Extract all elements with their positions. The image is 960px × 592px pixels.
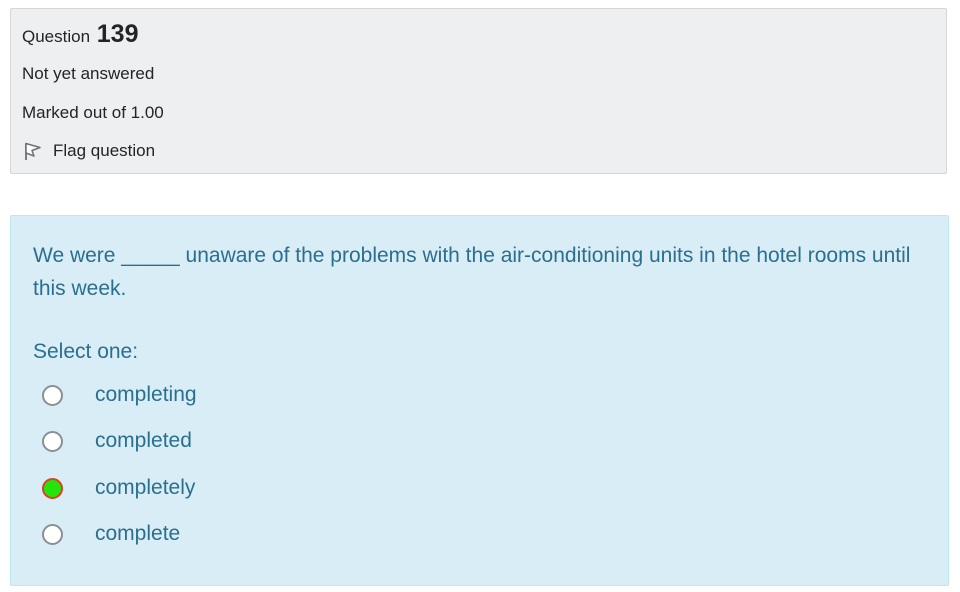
answer-option-completed[interactable]: completed xyxy=(11,424,411,458)
answer-option-complete[interactable]: complete xyxy=(11,517,411,551)
radio-button[interactable] xyxy=(42,384,63,406)
question-number-heading: Question 139 xyxy=(22,20,139,49)
answer-label[interactable]: completing xyxy=(95,383,197,407)
question-word: Question xyxy=(22,27,91,46)
radio-button[interactable] xyxy=(42,523,63,545)
question-info-panel: Question 139 Not yet answered Marked out… xyxy=(10,8,947,174)
question-content-panel: We were _____ unaware of the problems wi… xyxy=(10,215,949,586)
question-state: Not yet answered xyxy=(22,64,155,83)
answer-label[interactable]: completed xyxy=(95,429,192,453)
flag-question-label[interactable]: Flag question xyxy=(53,141,155,161)
question-number: 139 xyxy=(96,20,139,48)
radio-button[interactable] xyxy=(42,430,63,452)
answer-label[interactable]: completely xyxy=(95,476,195,500)
answer-option-completing[interactable]: completing xyxy=(11,378,411,412)
question-grade: Marked out of 1.00 xyxy=(22,103,164,122)
flag-question-button[interactable]: Flag question xyxy=(22,140,155,162)
radio-button-selected[interactable] xyxy=(42,477,63,499)
answer-label[interactable]: complete xyxy=(95,522,180,546)
question-text: We were _____ unaware of the problems wi… xyxy=(33,244,911,300)
flag-icon[interactable] xyxy=(22,140,44,162)
answer-option-completely[interactable]: completely xyxy=(11,471,411,505)
select-one-prompt: Select one: xyxy=(33,340,139,363)
